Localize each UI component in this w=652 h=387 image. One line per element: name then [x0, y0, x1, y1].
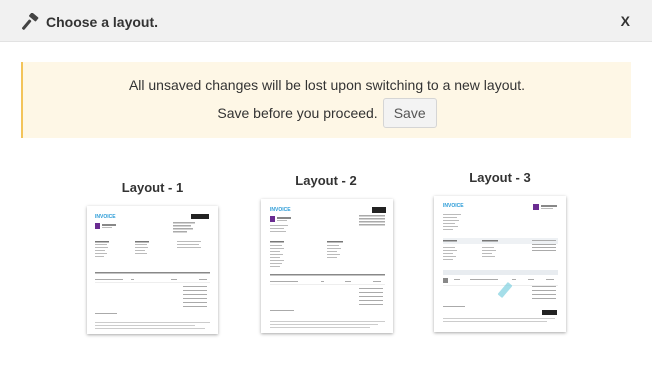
layout-option-1[interactable]: Layout - 1 INVOICE	[86, 178, 219, 338]
layout-thumbnail[interactable]: INVOICE	[87, 206, 218, 334]
layout-label: Layout - 2	[295, 173, 357, 188]
modal-header: Choose a layout. X	[0, 0, 652, 42]
invoice-preview	[270, 207, 386, 328]
layout-option-3[interactable]: Layout - 3 INVOICE	[433, 168, 567, 334]
hammer-icon	[22, 13, 39, 30]
thumbnail-invoice-title: INVOICE	[270, 207, 291, 213]
layout-label: Layout - 1	[121, 180, 184, 195]
warning-message: All unsaved changes will be lost upon sw…	[128, 77, 526, 93]
modal-title: Choose a layout.	[46, 14, 159, 30]
unsaved-warning: All unsaved changes will be lost upon sw…	[21, 62, 631, 138]
header-title-group: Choose a layout.	[22, 13, 158, 31]
save-button[interactable]: Save	[382, 98, 437, 128]
warning-save-text: Save before you proceed.	[217, 105, 378, 121]
layout-thumbnail[interactable]: INVOICE	[434, 196, 566, 332]
thumbnail-invoice-title: INVOICE	[443, 203, 464, 209]
invoice-preview	[95, 214, 210, 329]
layout-thumbnail[interactable]: INVOICE	[261, 199, 393, 333]
invoice-preview	[443, 204, 558, 322]
thumbnail-invoice-title: INVOICE	[95, 214, 116, 220]
layout-option-2[interactable]: Layout - 2 INVOICE	[259, 171, 393, 337]
close-button[interactable]: X	[621, 13, 630, 29]
warning-save-row: Save before you proceed. Save	[23, 98, 631, 128]
layout-label: Layout - 3	[469, 170, 531, 185]
